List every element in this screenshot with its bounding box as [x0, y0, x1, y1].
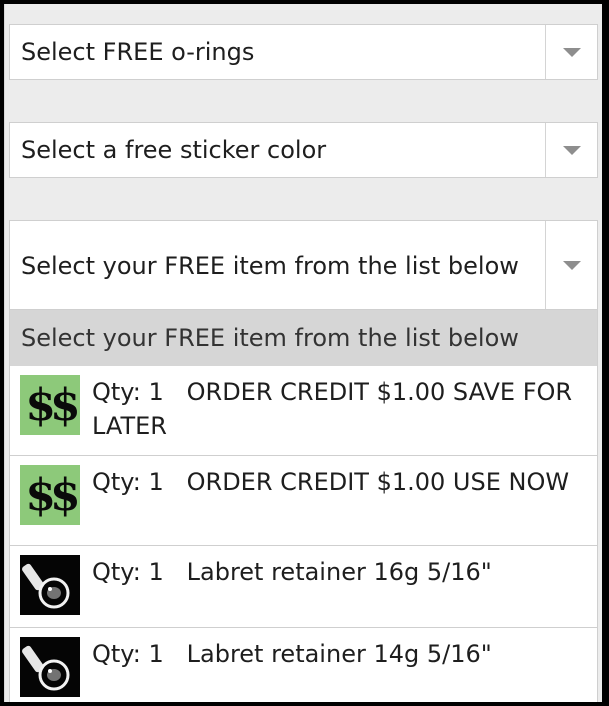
oring-select[interactable]: Select FREE o-rings [9, 24, 598, 80]
dollar-sign-icon: $$ [20, 465, 80, 525]
product-options-panel: Select FREE o-rings Select a free sticke… [4, 4, 602, 702]
chevron-down-icon [562, 260, 581, 270]
dropdown-option-label: Qty: 1 Labret retainer 14g 5/16" [92, 640, 492, 668]
free-item-select[interactable]: Select your FREE item from the list belo… [9, 220, 598, 310]
dropdown-option-label: Qty: 1 ORDER CREDIT $1.00 SAVE FOR LATER [92, 378, 573, 440]
dollar-sign-icon: $$ [20, 375, 80, 435]
free-item-dropdown-button[interactable] [545, 221, 597, 309]
chevron-down-icon [562, 145, 581, 155]
dropdown-option-labret-16g[interactable]: Qty: 1 Labret retainer 16g 5/16" [10, 546, 597, 628]
labret-retainer-icon [20, 637, 80, 697]
dropdown-list-header: Select your FREE item from the list belo… [10, 310, 597, 366]
labret-retainer-icon [20, 555, 80, 615]
oring-select-dropdown-button[interactable] [545, 25, 597, 79]
sticker-color-select[interactable]: Select a free sticker color [9, 122, 598, 178]
dropdown-option-labret-14g[interactable]: Qty: 1 Labret retainer 14g 5/16" [10, 628, 597, 702]
free-item-dropdown-list: Select your FREE item from the list belo… [9, 310, 598, 702]
dropdown-option-label: Qty: 1 Labret retainer 16g 5/16" [92, 558, 492, 586]
free-item-select-value: Select your FREE item from the list belo… [21, 252, 519, 280]
oring-select-value: Select FREE o-rings [21, 38, 255, 66]
sticker-color-select-value: Select a free sticker color [21, 136, 327, 164]
sticker-color-dropdown-button[interactable] [545, 123, 597, 177]
dropdown-option-credit-use[interactable]: $$ Qty: 1 ORDER CREDIT $1.00 USE NOW [10, 456, 597, 546]
chevron-down-icon [562, 47, 581, 57]
dropdown-option-credit-save[interactable]: $$ Qty: 1 ORDER CREDIT $1.00 SAVE FOR LA… [10, 366, 597, 456]
dropdown-option-label: Qty: 1 ORDER CREDIT $1.00 USE NOW [92, 468, 570, 496]
